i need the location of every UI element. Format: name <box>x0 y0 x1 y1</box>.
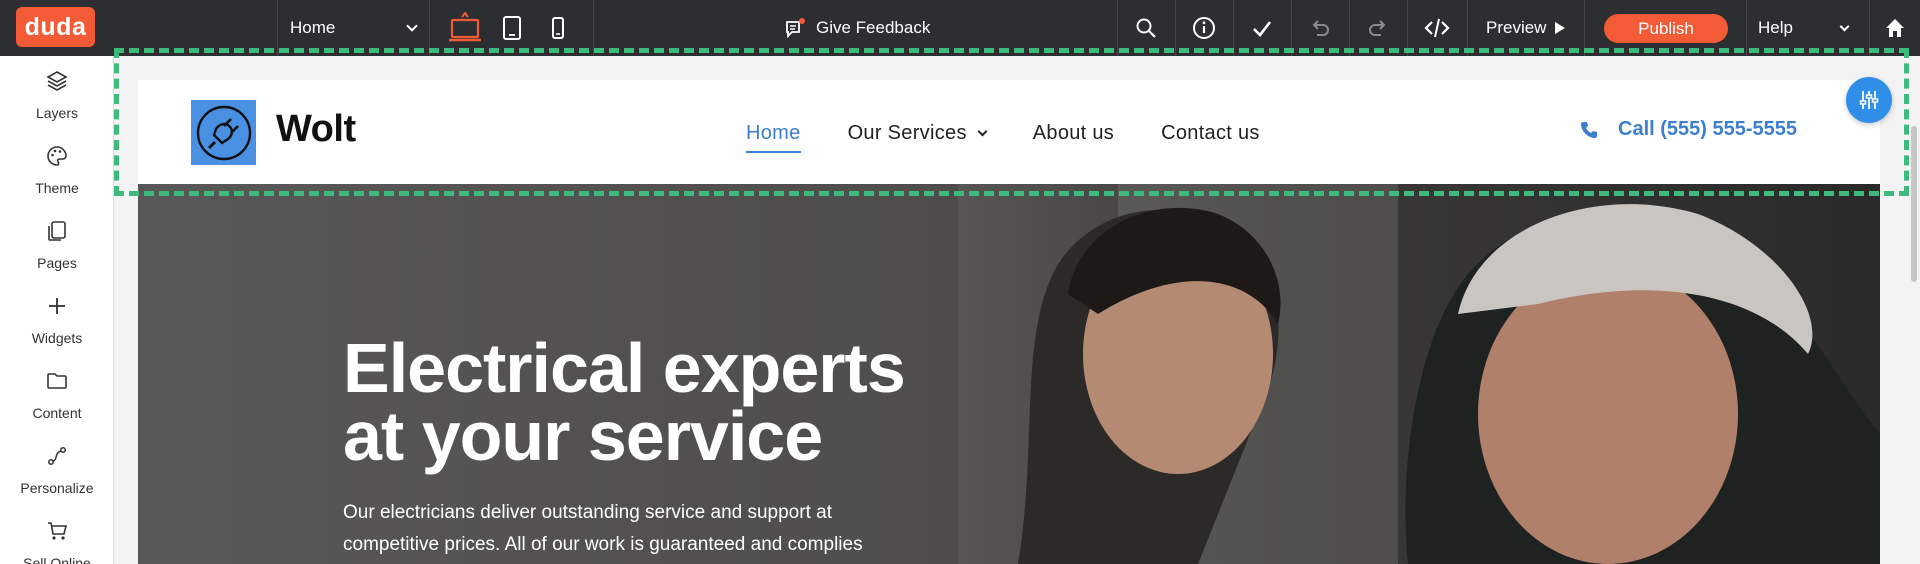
sidebar-item-sell-online[interactable]: Sell Online <box>0 506 114 564</box>
sidebar-item-label: Sell Online <box>23 555 91 564</box>
site-canvas[interactable]: Wolt Home Our Services About us Contact … <box>138 80 1880 564</box>
mobile-icon[interactable] <box>538 8 578 48</box>
sidebar-item-layers[interactable]: Layers <box>0 56 114 131</box>
help-menu[interactable]: Help <box>1758 0 1858 56</box>
sidebar-item-content[interactable]: Content <box>0 356 114 431</box>
scrollbar-thumb[interactable] <box>1911 126 1917 282</box>
hero-title-line: Electrical experts <box>343 329 906 407</box>
page-select-value: Home <box>290 18 336 37</box>
play-icon <box>1555 22 1566 34</box>
toolbar-divider <box>1407 0 1408 56</box>
section-settings-button[interactable] <box>1846 77 1892 123</box>
toolbar-divider <box>1349 0 1350 56</box>
nav-item-our-services[interactable]: Our Services <box>847 122 988 145</box>
toolbar-divider <box>1175 0 1176 56</box>
phone-icon <box>1581 121 1597 138</box>
sidebar-item-widgets[interactable]: Widgets <box>0 281 114 356</box>
canvas-scrollbar[interactable] <box>1909 56 1920 564</box>
sidebar-item-label: Personalize <box>20 480 94 496</box>
chevron-down-icon <box>406 20 418 32</box>
feedback-icon <box>786 18 805 39</box>
pages-icon <box>48 221 66 241</box>
preview-button[interactable]: Preview <box>1486 0 1566 56</box>
layers-icon <box>46 71 68 91</box>
sidebar-item-theme[interactable]: Theme <box>0 131 114 206</box>
undo-icon[interactable] <box>1300 8 1340 48</box>
sidebar-item-pages[interactable]: Pages <box>0 206 114 281</box>
toolbar-divider <box>1117 0 1118 56</box>
hero-subtitle[interactable]: Our electricians deliver outstanding ser… <box>343 497 903 561</box>
code-icon[interactable] <box>1417 8 1457 48</box>
left-sidebar: Layers Theme Pages Widgets Content Perso… <box>0 56 114 564</box>
palette-icon <box>47 146 67 166</box>
page-select[interactable]: Home <box>278 0 428 56</box>
phone-link[interactable]: Call (555) 555-5555 <box>1580 118 1797 141</box>
hero-title-line: at your service <box>343 397 823 475</box>
toolbar-divider <box>1467 0 1468 56</box>
info-icon[interactable] <box>1184 8 1224 48</box>
toolbar-divider <box>1584 0 1585 56</box>
publish-button[interactable]: Publish <box>1604 14 1728 43</box>
hero-title[interactable]: Electrical experts at your service <box>343 329 963 475</box>
give-feedback-button[interactable]: Give Feedback <box>784 0 930 56</box>
duda-logo[interactable]: duda <box>16 7 95 47</box>
toolbar-divider <box>1233 0 1234 56</box>
help-label: Help <box>1758 18 1793 37</box>
sidebar-item-label: Pages <box>37 255 77 271</box>
folder-icon <box>47 373 67 389</box>
site-nav: Home Our Services About us Contact us <box>746 122 1260 153</box>
checkmark-icon[interactable] <box>1242 8 1282 48</box>
sidebar-item-label: Layers <box>35 105 79 121</box>
phone-label: Call (555) 555-5555 <box>1618 118 1798 140</box>
sidebar-item-label: Widgets <box>31 330 83 346</box>
nav-item-contact-us[interactable]: Contact us <box>1161 122 1260 145</box>
nav-label: About us <box>1032 122 1115 144</box>
toolbar-divider <box>593 0 594 56</box>
home-icon[interactable] <box>1875 8 1915 48</box>
hero-subtitle-line: competitive prices. All of our work is g… <box>343 534 863 555</box>
sidebar-item-label: Theme <box>35 180 79 196</box>
site-header[interactable]: Wolt Home Our Services About us Contact … <box>138 80 1880 184</box>
feedback-label: Give Feedback <box>816 18 931 37</box>
nav-label: Home <box>746 122 801 144</box>
cart-icon <box>48 522 68 540</box>
top-toolbar: duda Home Give Feedback Preview Publish … <box>0 0 1920 56</box>
chevron-down-icon <box>977 126 988 137</box>
personalize-icon <box>48 447 66 465</box>
nav-item-about-us[interactable]: About us <box>1033 122 1114 145</box>
redo-icon[interactable] <box>1358 8 1398 48</box>
search-icon[interactable] <box>1126 8 1166 48</box>
hero-subtitle-line: Our electricians deliver outstanding ser… <box>343 502 832 523</box>
tablet-icon[interactable] <box>492 8 532 48</box>
toolbar-divider <box>1746 0 1747 56</box>
chevron-down-icon <box>1839 21 1850 31</box>
desktop-icon[interactable] <box>445 8 485 48</box>
toolbar-divider <box>1291 0 1292 56</box>
toolbar-divider <box>429 0 430 56</box>
plug-icon <box>196 105 251 160</box>
nav-label: Contact us <box>1161 122 1260 144</box>
sidebar-item-personalize[interactable]: Personalize <box>0 431 114 506</box>
toolbar-divider <box>1869 0 1870 56</box>
preview-label: Preview <box>1486 18 1547 37</box>
nav-label: Our Services <box>847 122 967 144</box>
sidebar-item-label: Content <box>32 405 82 421</box>
sliders-icon <box>1859 91 1879 109</box>
hero-section[interactable]: Electrical experts at your service Our e… <box>138 184 1880 564</box>
brand-logo[interactable] <box>191 100 256 165</box>
nav-item-home[interactable]: Home <box>746 122 801 153</box>
plus-icon <box>49 298 65 314</box>
brand-name[interactable]: Wolt <box>276 108 356 151</box>
